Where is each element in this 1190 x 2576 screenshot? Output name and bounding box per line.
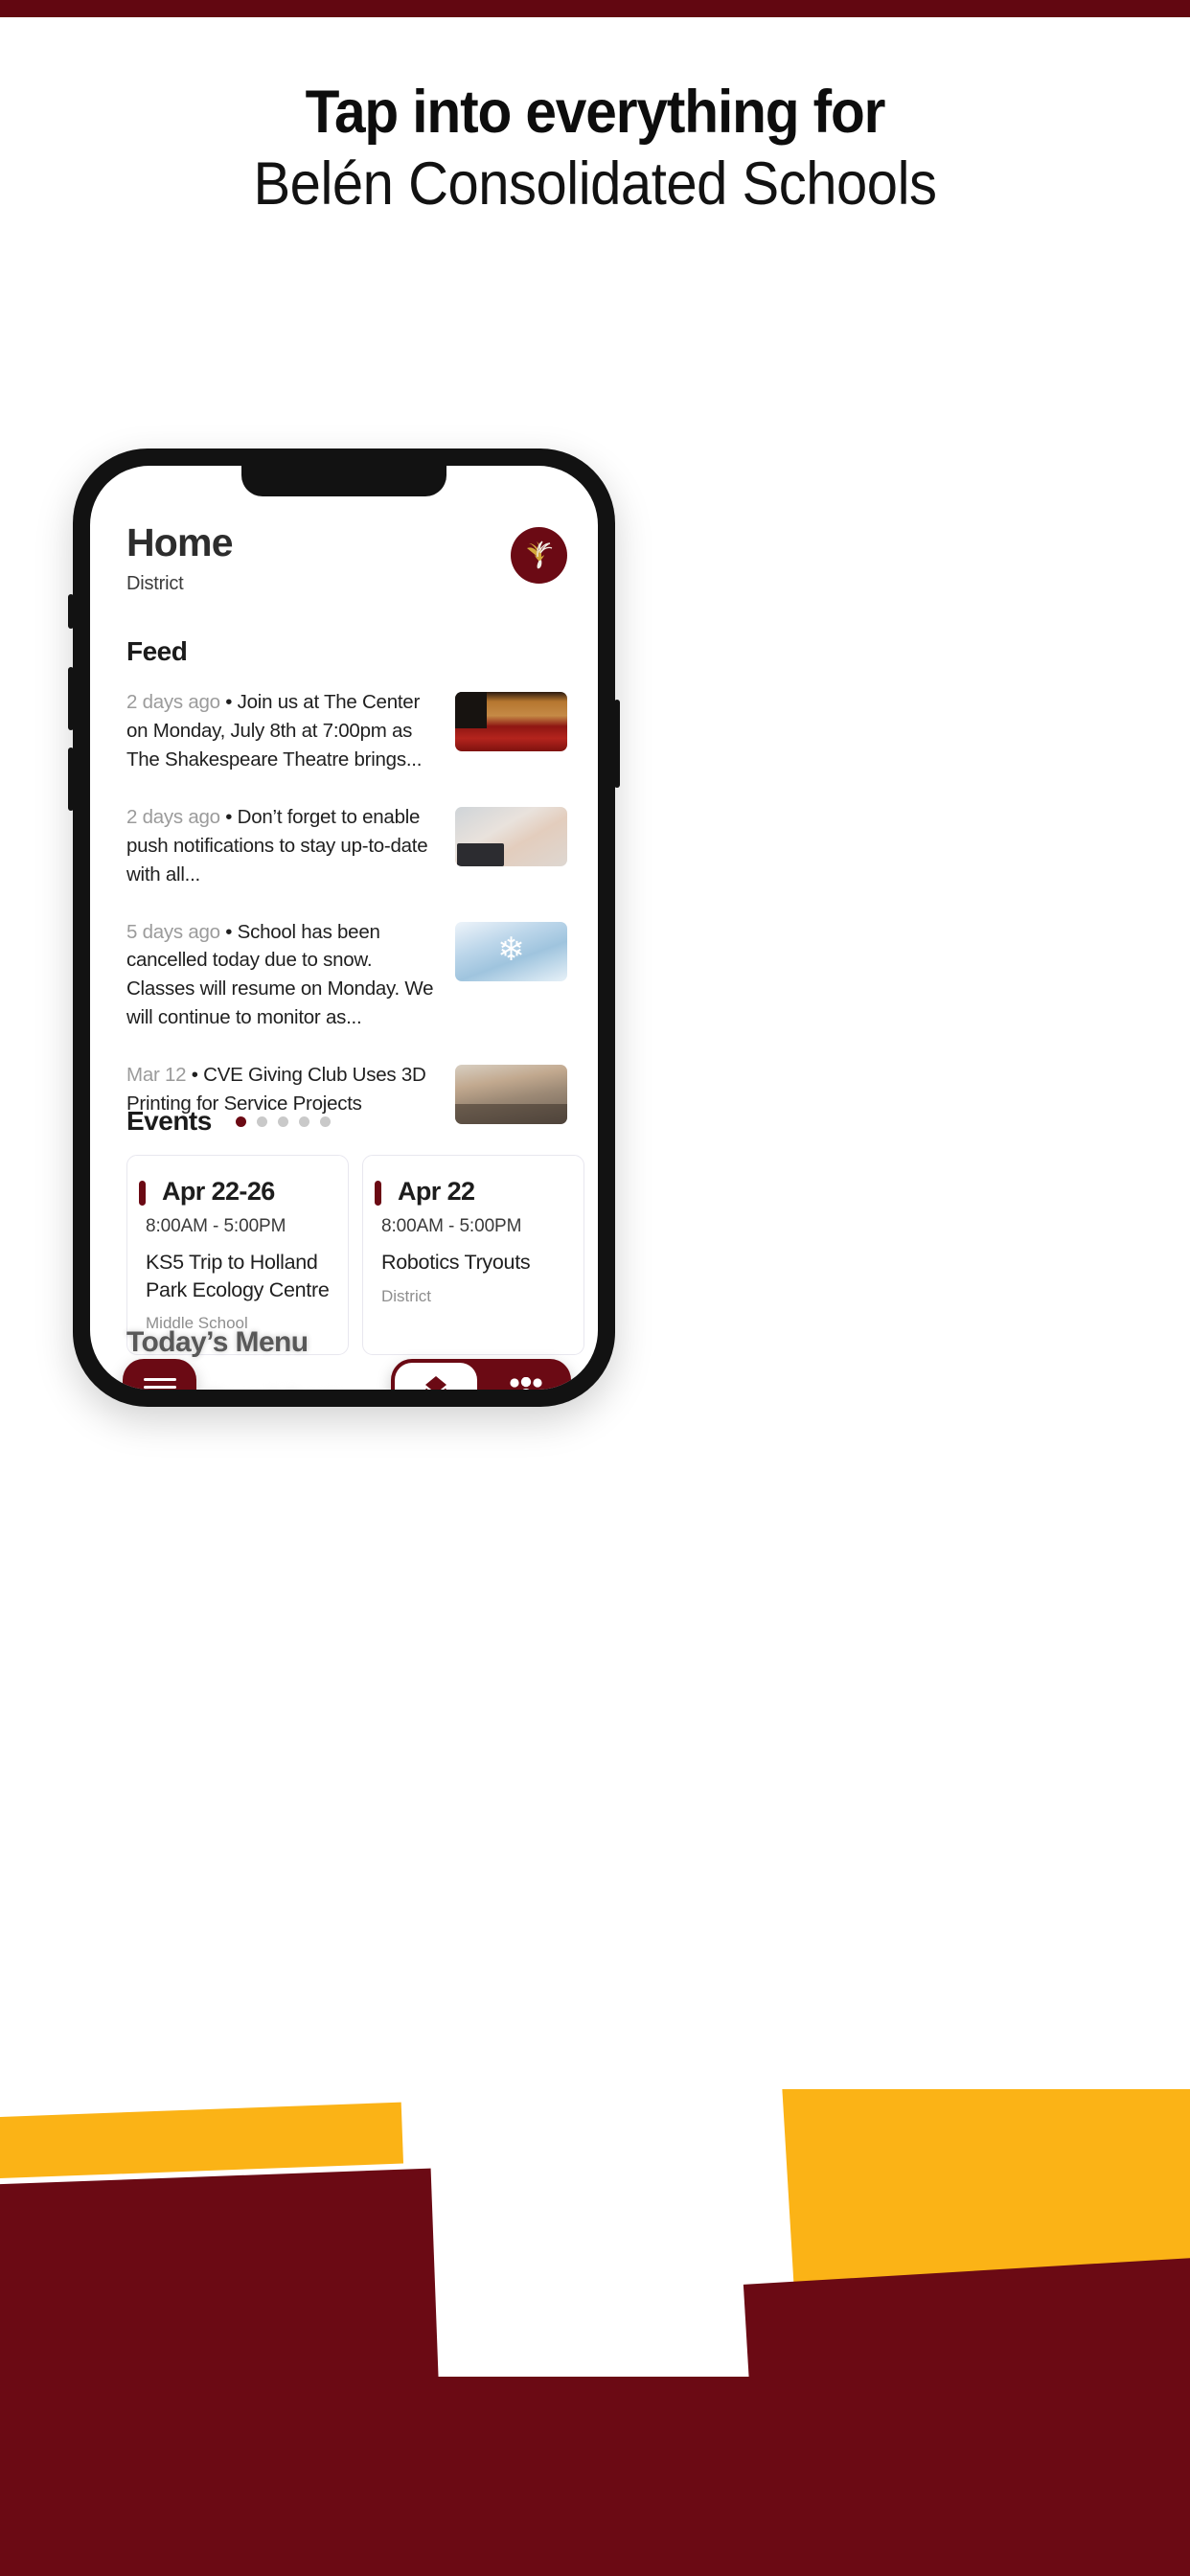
- feed-item[interactable]: 5 days ago • School has been cancelled t…: [126, 918, 567, 1033]
- events-section: Events Apr 22-26 8:00AM - 5:00PM KS5 Tri…: [126, 1106, 598, 1356]
- menu-button[interactable]: Menu: [123, 1359, 196, 1390]
- feed-item-separator: •: [191, 1064, 198, 1087]
- school-app-button[interactable]: School App: [395, 1363, 477, 1390]
- pager-dot-1[interactable]: [235, 1116, 246, 1127]
- app-viewport: Home District Feed 2 days ago • Join us …: [90, 466, 598, 1390]
- event-location: District: [381, 1286, 431, 1305]
- top-accent-strip: [0, 0, 1190, 17]
- hamburger-icon: [143, 1378, 176, 1390]
- gold-ribbon-left: [0, 2102, 404, 2180]
- event-accent-bar: [139, 1181, 146, 1206]
- feed-item-time: 2 days ago: [126, 691, 220, 713]
- feed-item-separator: •: [225, 920, 233, 943]
- promo-headline: Tap into everything for Belén Consolidat…: [0, 77, 1190, 221]
- feed-item-text: 2 days ago • Don’t forget to enable push…: [126, 803, 455, 889]
- feed-item[interactable]: 2 days ago • Join us at The Center on Mo…: [126, 688, 567, 774]
- maroon-base-band: [0, 2377, 1190, 2576]
- event-time: 8:00AM - 5:00PM: [146, 1216, 286, 1236]
- pager-dot-3[interactable]: [277, 1116, 288, 1127]
- feed-item-thumbnail[interactable]: [455, 692, 567, 751]
- feed-item-text: 2 days ago • Join us at The Center on Mo…: [126, 688, 455, 774]
- events-pager[interactable]: [235, 1116, 331, 1127]
- feed-item-time: 5 days ago: [126, 920, 220, 943]
- page-title: Home: [126, 520, 234, 564]
- phone-silent-switch: [68, 594, 74, 629]
- event-name: KS5 Trip to Holland Park Ecology Centre: [146, 1251, 330, 1301]
- event-date: Apr 22-26: [162, 1177, 275, 1206]
- app-switcher: School App Rooms: [391, 1359, 571, 1390]
- feed-section: Feed 2 days ago • Join us at The Center …: [126, 636, 567, 1153]
- event-accent-bar: [375, 1181, 381, 1206]
- events-section-title: Events: [126, 1106, 212, 1136]
- app-header: Home District: [126, 523, 567, 595]
- feed-section-title: Feed: [126, 636, 188, 666]
- feed-item-text: 5 days ago • School has been cancelled t…: [126, 918, 455, 1033]
- phone-screen: Home District Feed 2 days ago • Join us …: [90, 466, 598, 1390]
- rooms-button[interactable]: Rooms: [485, 1363, 567, 1390]
- decorative-ribbons: [0, 2089, 1190, 2576]
- feed-item-time: Mar 12: [126, 1064, 187, 1087]
- feed-item[interactable]: 2 days ago • Don’t forget to enable push…: [126, 803, 567, 889]
- todays-menu-item: Breakfast: [205, 1386, 336, 1390]
- headline-line-2: Belén Consolidated Schools: [253, 150, 937, 218]
- phone-mockup: Home District Feed 2 days ago • Join us …: [68, 448, 620, 1407]
- phone-power-button: [614, 700, 620, 788]
- feed-item-separator: •: [225, 805, 233, 828]
- phone-volume-down-button: [68, 748, 74, 811]
- event-card[interactable]: Apr 22-26 8:00AM - 5:00PM KS5 Trip to Ho…: [126, 1155, 349, 1356]
- events-carousel[interactable]: Apr 22-26 8:00AM - 5:00PM KS5 Trip to Ho…: [126, 1155, 598, 1356]
- feed-item-thumbnail[interactable]: [455, 921, 567, 981]
- layers-icon: [425, 1376, 446, 1390]
- eagle-logo-icon[interactable]: [511, 527, 567, 584]
- feed-item-thumbnail[interactable]: [455, 806, 567, 866]
- todays-menu-section: Today’s Menu Breakfast: [126, 1326, 567, 1390]
- event-time: 8:00AM - 5:00PM: [381, 1216, 522, 1236]
- todays-menu-title: Today’s Menu: [126, 1326, 309, 1358]
- events-header: Events: [126, 1106, 598, 1137]
- phone-volume-up-button: [68, 667, 74, 730]
- event-name: Robotics Tryouts: [381, 1251, 531, 1274]
- people-icon: [510, 1377, 542, 1390]
- event-card[interactable]: Apr 22 8:00AM - 5:00PM Robotics Tryouts …: [362, 1155, 584, 1356]
- page-subtitle: District: [126, 573, 184, 594]
- event-date: Apr 22: [398, 1177, 475, 1206]
- feed-item-separator: •: [225, 691, 233, 713]
- feed-item-time: 2 days ago: [126, 805, 220, 828]
- pager-dot-4[interactable]: [298, 1116, 309, 1127]
- pager-dot-5[interactable]: [319, 1116, 331, 1127]
- pager-dot-2[interactable]: [256, 1116, 267, 1127]
- headline-line-1: Tap into everything for: [305, 79, 886, 146]
